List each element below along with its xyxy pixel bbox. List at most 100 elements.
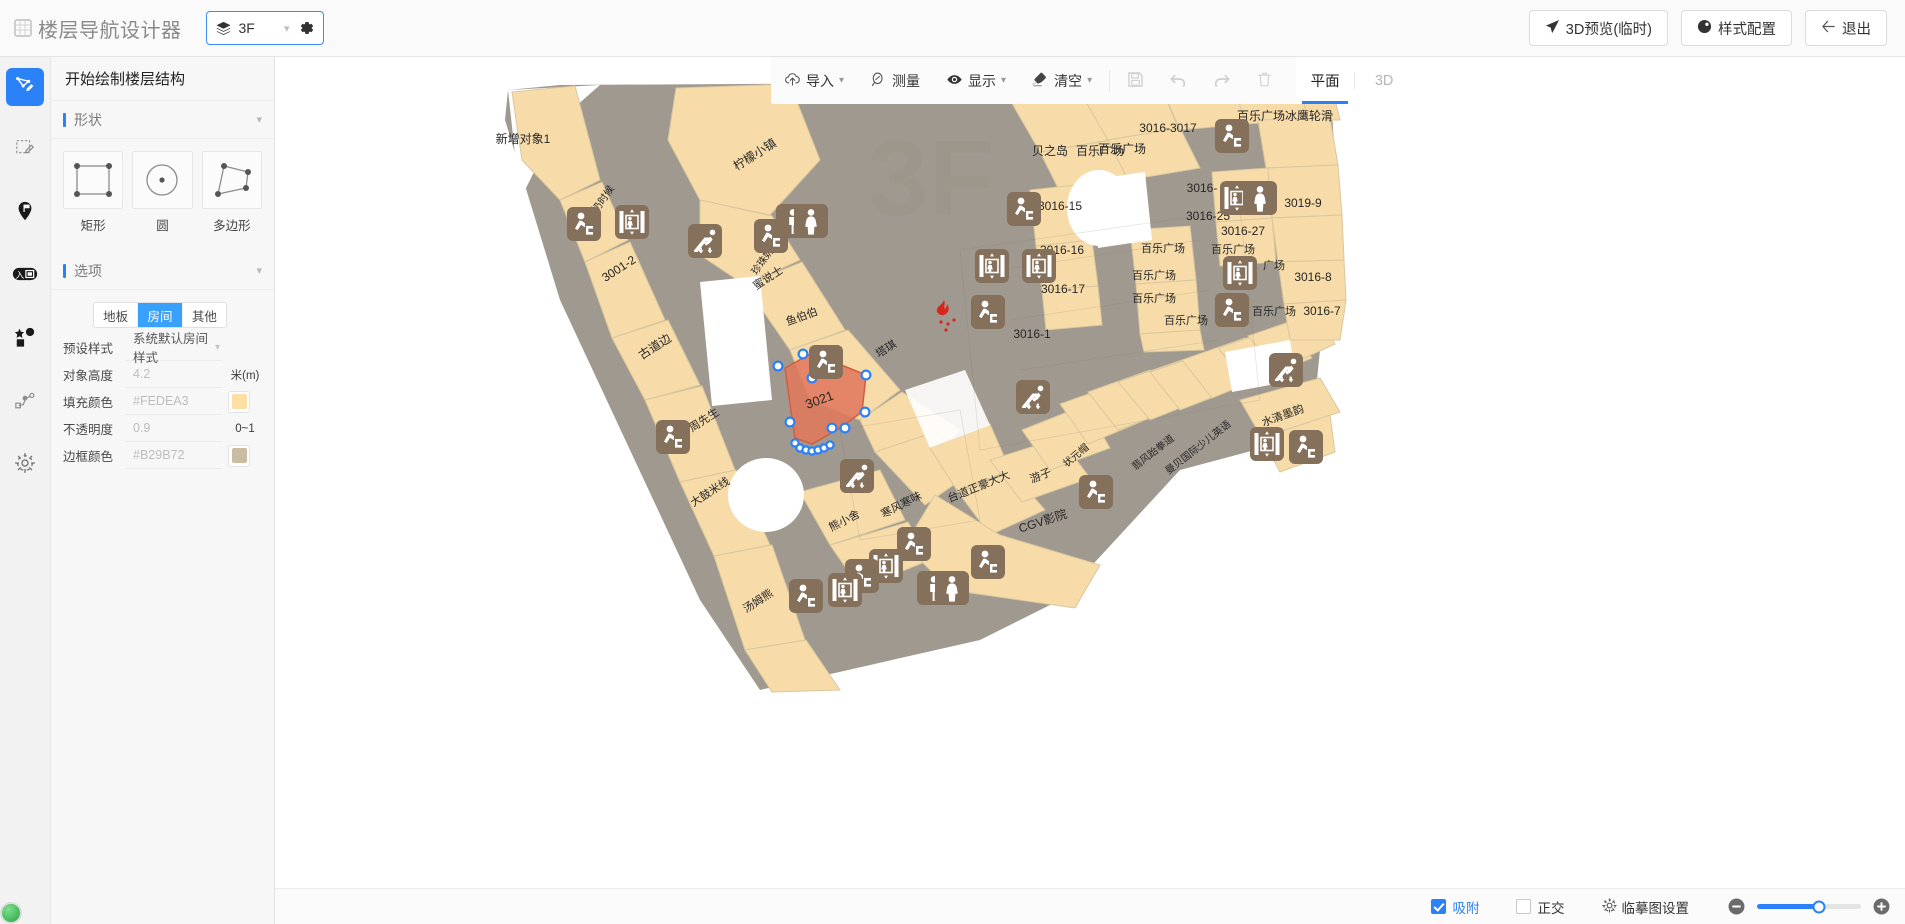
section-accent-bar xyxy=(63,264,66,278)
map-label[interactable]: 3016-7 xyxy=(1303,304,1341,318)
plus-circle-icon[interactable] xyxy=(1872,897,1891,916)
stairs-icon[interactable] xyxy=(656,420,690,454)
map-label[interactable]: 百乐广场 xyxy=(1132,268,1176,282)
reference-settings-button[interactable]: 临摹图设置 xyxy=(1601,897,1690,917)
fill-color-swatch[interactable] xyxy=(228,391,250,413)
elevator-icon[interactable] xyxy=(1022,249,1056,283)
ortho-label: 正交 xyxy=(1538,897,1565,917)
map-label[interactable]: 百乐广场 xyxy=(1211,242,1255,256)
toolbar-import[interactable]: 导入 ▾ xyxy=(771,57,857,104)
toolbar-measure[interactable]: 测量 xyxy=(857,57,933,104)
stairs-icon[interactable] xyxy=(789,579,823,613)
redo-arrow-icon xyxy=(1212,70,1231,92)
escalator-icon[interactable] xyxy=(688,224,722,258)
rail-item-shapes[interactable] xyxy=(6,320,44,358)
snap-checkbox[interactable] xyxy=(1431,899,1446,914)
options-section-header[interactable]: 选项 ▾ xyxy=(51,252,274,290)
ortho-toggle[interactable]: 正交 xyxy=(1516,897,1565,917)
map-label[interactable]: 新增对象1 xyxy=(496,131,551,146)
restroom-women-icon[interactable] xyxy=(794,204,828,238)
shape-option-rect[interactable]: 矩形 xyxy=(63,151,123,234)
floor-plan-svg[interactable]: 3F xyxy=(275,57,1905,887)
ortho-checkbox[interactable] xyxy=(1516,899,1531,914)
elevator-icon[interactable] xyxy=(975,249,1009,283)
floor-plan[interactable]: 3F xyxy=(275,57,1905,924)
rail-item-entrance[interactable]: 入 xyxy=(6,257,44,295)
rail-item-settings[interactable] xyxy=(6,446,44,484)
map-label[interactable]: 百乐广场 xyxy=(1164,313,1208,327)
map-label[interactable]: 3016-17 xyxy=(1041,282,1085,296)
chevron-down-icon[interactable]: ▾ xyxy=(256,113,262,126)
zoom-slider[interactable] xyxy=(1757,904,1861,909)
floor-select[interactable]: 3F ▾ xyxy=(206,11,324,45)
stairs-icon[interactable] xyxy=(567,207,601,241)
escalator-icon[interactable] xyxy=(840,459,874,493)
stairs-icon[interactable] xyxy=(971,545,1005,579)
map-label[interactable]: 百乐广场 xyxy=(1141,241,1185,255)
preset-style-select[interactable]: 系统默认房间样式 ▾ xyxy=(125,334,222,361)
shape-option-polygon-label: 多边形 xyxy=(202,215,262,234)
toolbar-save-button[interactable] xyxy=(1114,57,1157,104)
escalator-icon[interactable] xyxy=(1269,353,1303,387)
stairs-icon[interactable] xyxy=(1289,430,1323,464)
map-label[interactable]: 3016- xyxy=(1187,181,1218,195)
toolbar-delete-button[interactable] xyxy=(1243,57,1286,104)
map-label[interactable]: 3016-3017 xyxy=(1139,121,1197,135)
snap-toggle[interactable]: 吸附 xyxy=(1431,897,1480,917)
elevator-icon[interactable] xyxy=(615,205,649,239)
map-label[interactable]: 百乐广场 xyxy=(1252,304,1296,318)
stairs-icon[interactable] xyxy=(809,345,843,379)
toolbar-undo-button[interactable] xyxy=(1157,57,1200,104)
border-color-input[interactable]: #B29B72 xyxy=(125,442,222,469)
tab-other[interactable]: 其他 xyxy=(183,303,226,327)
rail-item-draw[interactable] xyxy=(6,68,44,106)
options-section-label: 选项 xyxy=(74,261,102,281)
minus-circle-icon[interactable] xyxy=(1727,897,1746,916)
tab-3d-view[interactable]: 3D xyxy=(1355,57,1413,104)
stairs-icon[interactable] xyxy=(971,295,1005,329)
restroom-women-icon[interactable] xyxy=(1243,181,1277,215)
map-label[interactable]: 百乐广场 xyxy=(1098,142,1146,156)
stairs-icon[interactable] xyxy=(1079,475,1113,509)
opacity-input[interactable]: 0.9 xyxy=(125,415,222,442)
rail-item-path[interactable] xyxy=(6,383,44,421)
stairs-icon[interactable] xyxy=(1215,119,1249,153)
elevator-icon[interactable] xyxy=(828,573,862,607)
border-color-swatch[interactable] xyxy=(228,445,250,467)
stairs-icon[interactable] xyxy=(1007,192,1041,226)
canvas-area[interactable]: 3F xyxy=(275,57,1905,924)
restroom-women-icon[interactable] xyxy=(935,571,969,605)
tab-floor[interactable]: 地板 xyxy=(94,303,138,327)
map-label[interactable]: 贝之岛 xyxy=(1032,143,1068,158)
stairs-icon[interactable] xyxy=(1215,293,1249,327)
elevator-icon[interactable] xyxy=(1223,256,1257,290)
map-label[interactable]: 3019-9 xyxy=(1284,196,1322,210)
shape-option-polygon[interactable]: 多边形 xyxy=(202,151,262,234)
map-label[interactable]: 3016-8 xyxy=(1294,270,1332,284)
map-label[interactable]: 百乐广场 xyxy=(1132,291,1176,305)
map-label[interactable]: 3016-15 xyxy=(1038,199,1082,213)
tab-room[interactable]: 房间 xyxy=(138,303,182,327)
map-label[interactable]: 3016-1 xyxy=(1013,327,1051,341)
zoom-slider-knob[interactable] xyxy=(1813,900,1826,913)
map-label[interactable]: 3016-27 xyxy=(1221,224,1265,238)
map-label[interactable]: 广场 xyxy=(1263,258,1285,272)
toolbar-clear[interactable]: 清空 ▾ xyxy=(1019,57,1105,104)
toolbar-display[interactable]: 显示 ▾ xyxy=(933,57,1019,104)
shape-option-circle[interactable]: 圆 xyxy=(132,151,192,234)
chevron-down-icon[interactable]: ▾ xyxy=(256,264,262,277)
rail-item-edit-region[interactable] xyxy=(6,131,44,169)
style-config-button[interactable]: 样式配置 xyxy=(1681,10,1792,46)
exit-button[interactable]: 退出 xyxy=(1805,10,1887,46)
elevator-icon[interactable] xyxy=(1250,427,1284,461)
map-label[interactable]: 百乐广场冰鹰轮滑 xyxy=(1237,108,1333,123)
shape-section-header[interactable]: 形状 ▾ xyxy=(51,101,274,139)
rail-item-poi-marker[interactable] xyxy=(6,194,44,232)
gear-icon[interactable] xyxy=(299,20,315,36)
object-height-input[interactable]: 4.2 xyxy=(125,361,222,388)
toolbar-redo-button[interactable] xyxy=(1200,57,1243,104)
escalator-icon[interactable] xyxy=(1016,380,1050,414)
fill-color-input[interactable]: #FEDEA3 xyxy=(125,388,222,415)
tab-plan-view[interactable]: 平面 xyxy=(1296,57,1354,104)
preview-3d-button[interactable]: 3D预览(临时) xyxy=(1529,10,1668,46)
